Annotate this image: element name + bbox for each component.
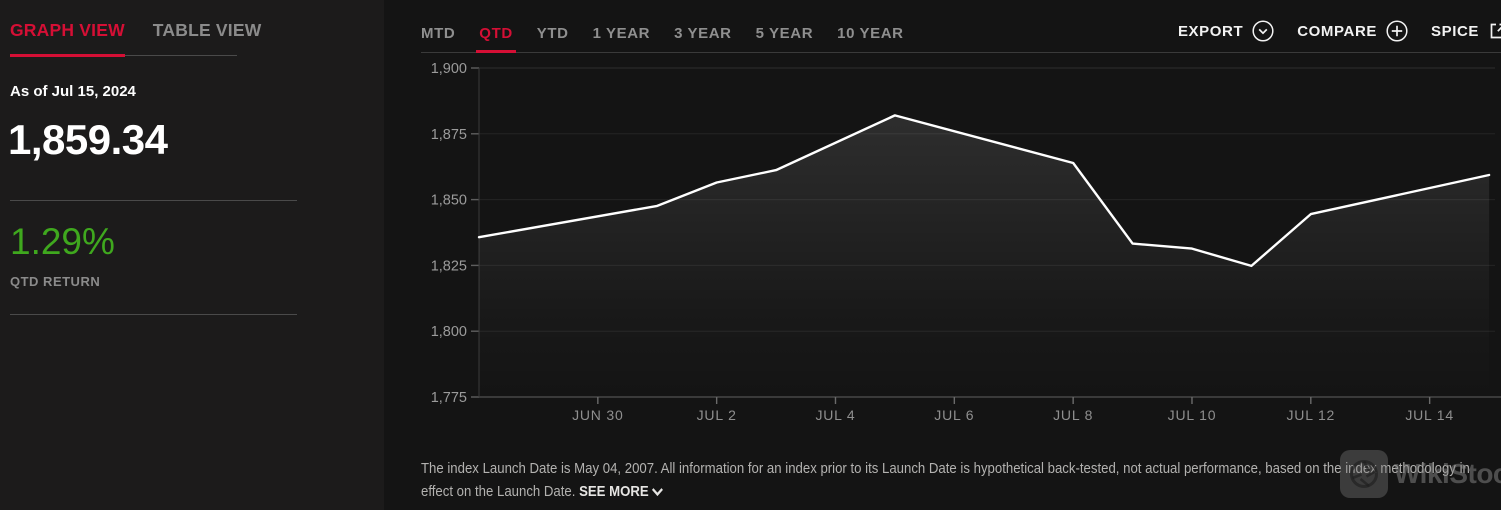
svg-text:JUL 12: JUL 12: [1286, 407, 1335, 423]
divider: [10, 200, 297, 201]
chart-panel: MTD QTD YTD 1 YEAR 3 YEAR 5 YEAR 10 YEAR…: [384, 0, 1501, 510]
disclaimer-text: The index Launch Date is May 04, 2007. A…: [421, 457, 1500, 503]
svg-text:JUN 30: JUN 30: [572, 407, 623, 423]
index-performance-widget: GRAPH VIEW TABLE VIEW As of Jul 15, 2024…: [0, 0, 1501, 510]
svg-text:1,900: 1,900: [431, 61, 467, 77]
qtd-return-value: 1.29%: [10, 221, 115, 263]
view-mode-tabs: GRAPH VIEW TABLE VIEW: [10, 20, 237, 56]
tab-graph-view[interactable]: GRAPH VIEW: [10, 20, 125, 57]
svg-text:JUL 2: JUL 2: [697, 407, 737, 423]
svg-text:1,875: 1,875: [431, 127, 467, 143]
svg-text:JUL 10: JUL 10: [1168, 407, 1217, 423]
summary-sidebar: GRAPH VIEW TABLE VIEW As of Jul 15, 2024…: [0, 0, 384, 510]
svg-text:JUL 6: JUL 6: [934, 407, 974, 423]
svg-text:JUL 8: JUL 8: [1053, 407, 1093, 423]
as-of-date: As of Jul 15, 2024: [10, 83, 136, 100]
tab-table-view[interactable]: TABLE VIEW: [153, 20, 262, 55]
chevron-down-icon: [651, 487, 663, 497]
svg-text:JUL 4: JUL 4: [815, 407, 855, 423]
svg-text:1,825: 1,825: [431, 258, 467, 274]
index-line-chart[interactable]: 1,900 1,875 1,850 1,825 1,800 1,775 JUN 30 JUL …: [384, 0, 1501, 445]
see-more-button[interactable]: SEE MORE: [579, 483, 664, 500]
svg-text:1,850: 1,850: [431, 193, 467, 209]
index-level-value: 1,859.34: [8, 116, 168, 164]
divider: [10, 314, 297, 315]
svg-text:1,775: 1,775: [431, 390, 467, 406]
svg-text:JUL 14: JUL 14: [1405, 407, 1454, 423]
qtd-return-label: QTD RETURN: [10, 274, 100, 289]
svg-text:1,800: 1,800: [431, 324, 467, 340]
